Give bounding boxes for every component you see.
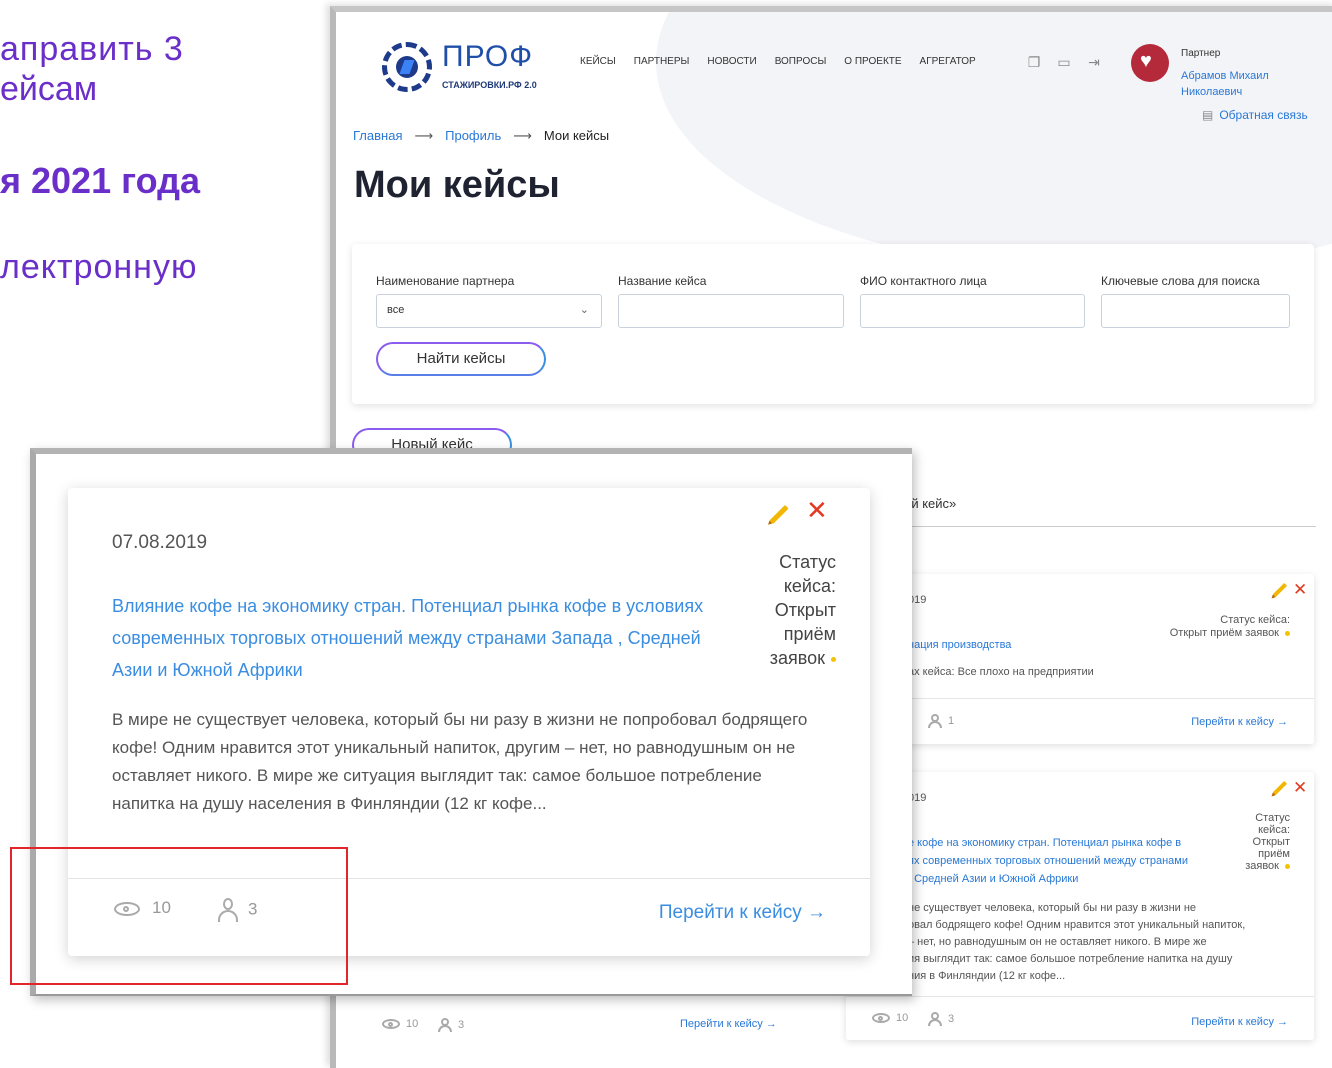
case-title-link[interactable]: е кофе на экономику стран. Потенциал рын… bbox=[908, 834, 1188, 888]
case-status: Статус кейса: Открыт приём заявок bbox=[1245, 812, 1290, 872]
case-title-link[interactable]: Влияние кофе на экономику стран. Потенци… bbox=[112, 590, 732, 686]
go-to-case-link[interactable]: Перейти к кейсу → bbox=[1191, 1016, 1288, 1028]
responses-count: 3 bbox=[438, 1018, 464, 1032]
status-dot bbox=[1285, 863, 1290, 869]
case-card: 019 ✕ Статус кейса: Открыт приём заявок … bbox=[846, 574, 1314, 744]
feedback-icon: ▤ bbox=[1202, 108, 1214, 122]
user-icon bbox=[928, 1012, 942, 1026]
logo-title: ПРОФ bbox=[442, 40, 534, 73]
nav-item-news[interactable]: НОВОСТИ bbox=[707, 56, 756, 67]
slide-text-line-4: лектронную bbox=[0, 248, 198, 286]
nav-item-questions[interactable]: ВОПРОСЫ bbox=[775, 56, 827, 67]
slide-text-line-1: аправить 3 bbox=[0, 30, 184, 68]
card-divider bbox=[846, 698, 1314, 699]
find-cases-button[interactable]: Найти кейсы bbox=[376, 342, 546, 376]
go-to-case-link[interactable]: Перейти к кейсу → bbox=[659, 902, 826, 924]
tabs-divider bbox=[896, 526, 1316, 527]
slide-text-line-2: ейсам bbox=[0, 70, 98, 108]
edit-pencil-icon[interactable] bbox=[1272, 780, 1288, 796]
go-to-case-link[interactable]: Перейти к кейсу → bbox=[1191, 716, 1288, 728]
case-status: Статус кейса: Открыт приём заявок bbox=[769, 552, 836, 668]
edit-pencil-icon[interactable] bbox=[1272, 582, 1288, 598]
arrow-right-icon: ⟶ bbox=[414, 128, 434, 143]
case-description: не существует человека, который бы ни ра… bbox=[908, 902, 1246, 982]
nav-item-aggregator[interactable]: АГРЕГАТОР bbox=[920, 56, 976, 67]
keywords-label: Ключевые слова для поиска bbox=[1101, 274, 1260, 288]
status-dot bbox=[831, 656, 836, 662]
edit-pencil-icon[interactable] bbox=[769, 504, 789, 525]
chat-icon[interactable]: ▭ bbox=[1056, 54, 1072, 70]
nav-item-about[interactable]: О ПРОЕКТЕ bbox=[844, 56, 901, 67]
breadcrumb-profile[interactable]: Профиль bbox=[445, 128, 501, 143]
case-description: ах кейса: Все плохо на предприятии bbox=[908, 666, 1094, 678]
status-dot bbox=[1285, 630, 1290, 636]
user-name-link[interactable]: Абрамов Михаил Николаевич bbox=[1181, 68, 1291, 100]
page-title: Мои кейсы bbox=[354, 164, 560, 206]
delete-icon[interactable]: ✕ bbox=[1293, 778, 1307, 798]
background-swoosh bbox=[656, 12, 1332, 272]
case-name-label: Название кейса bbox=[618, 274, 707, 288]
card-divider bbox=[846, 996, 1314, 997]
documents-icon[interactable]: ❐ bbox=[1026, 54, 1042, 70]
case-card: 019 ✕ Статус кейса: Открыт приём заявок … bbox=[846, 772, 1314, 1040]
feedback-label: Обратная связь bbox=[1219, 108, 1308, 122]
partner-select[interactable]: все ⌄ bbox=[376, 294, 602, 328]
user-icon bbox=[928, 714, 942, 728]
case-name-input[interactable] bbox=[618, 294, 844, 328]
logout-icon[interactable]: ⇥ bbox=[1086, 54, 1102, 70]
user-icon bbox=[438, 1018, 452, 1032]
header-icons: ❐ ▭ ⇥ bbox=[1026, 54, 1102, 70]
gear-compass-icon bbox=[382, 42, 432, 92]
feedback-link[interactable]: ▤ Обратная связь bbox=[1202, 108, 1308, 122]
keywords-input[interactable] bbox=[1101, 294, 1290, 328]
site-logo[interactable]: ПРОФ СТАЖИРОВКИ.РФ 2.0 bbox=[382, 40, 562, 98]
case-status: Статус кейса: Открыт приём заявок bbox=[1170, 614, 1290, 640]
highlight-rectangle bbox=[10, 847, 348, 985]
eye-icon bbox=[382, 1019, 400, 1030]
breadcrumb-home[interactable]: Главная bbox=[353, 128, 402, 143]
nav-item-partners[interactable]: ПАРТНЕРЫ bbox=[634, 56, 690, 67]
contact-name-input[interactable] bbox=[860, 294, 1085, 328]
delete-icon[interactable]: ✕ bbox=[1293, 580, 1307, 600]
case-description: В мире не существует человека, который б… bbox=[112, 710, 808, 813]
chevron-down-icon: ⌄ bbox=[579, 304, 589, 316]
views-count: 10 bbox=[382, 1018, 418, 1030]
views-count: 10 bbox=[872, 1012, 908, 1024]
logo-subtitle: СТАЖИРОВКИ.РФ 2.0 bbox=[442, 80, 537, 90]
case-status-label: Статус кейса: bbox=[1220, 614, 1290, 626]
case-title-link[interactable]: нация производства bbox=[908, 636, 1011, 654]
breadcrumb-current: Мои кейсы bbox=[543, 128, 610, 143]
responses-count: 1 bbox=[928, 714, 954, 728]
partner-label: Наименование партнера bbox=[376, 274, 515, 288]
responses-count: 3 bbox=[928, 1012, 954, 1026]
filter-panel: Наименование партнера все ⌄ Название кей… bbox=[352, 244, 1314, 404]
nav-item-cases[interactable]: КЕЙСЫ bbox=[580, 56, 616, 67]
case-date: 07.08.2019 bbox=[112, 532, 208, 553]
avatar[interactable] bbox=[1131, 44, 1169, 82]
breadcrumb: Главная ⟶ Профиль ⟶ Мои кейсы bbox=[353, 128, 609, 144]
contact-name-label: ФИО контактного лица bbox=[860, 274, 987, 288]
user-role: Партнер bbox=[1181, 48, 1221, 59]
eye-icon bbox=[872, 1013, 890, 1024]
arrow-right-icon: ⟶ bbox=[513, 128, 532, 143]
partner-select-value: все bbox=[387, 304, 405, 316]
main-nav: КЕЙСЫ ПАРТНЕРЫ НОВОСТИ ВОПРОСЫ О ПРОЕКТЕ… bbox=[580, 56, 976, 67]
delete-icon[interactable]: ✕ bbox=[806, 496, 828, 526]
case-status-value: Открыт приём заявок bbox=[1170, 627, 1290, 640]
go-to-case-link[interactable]: Перейти к кейсу → bbox=[680, 1018, 777, 1030]
slide-text-line-3: я 2021 года bbox=[0, 160, 201, 201]
